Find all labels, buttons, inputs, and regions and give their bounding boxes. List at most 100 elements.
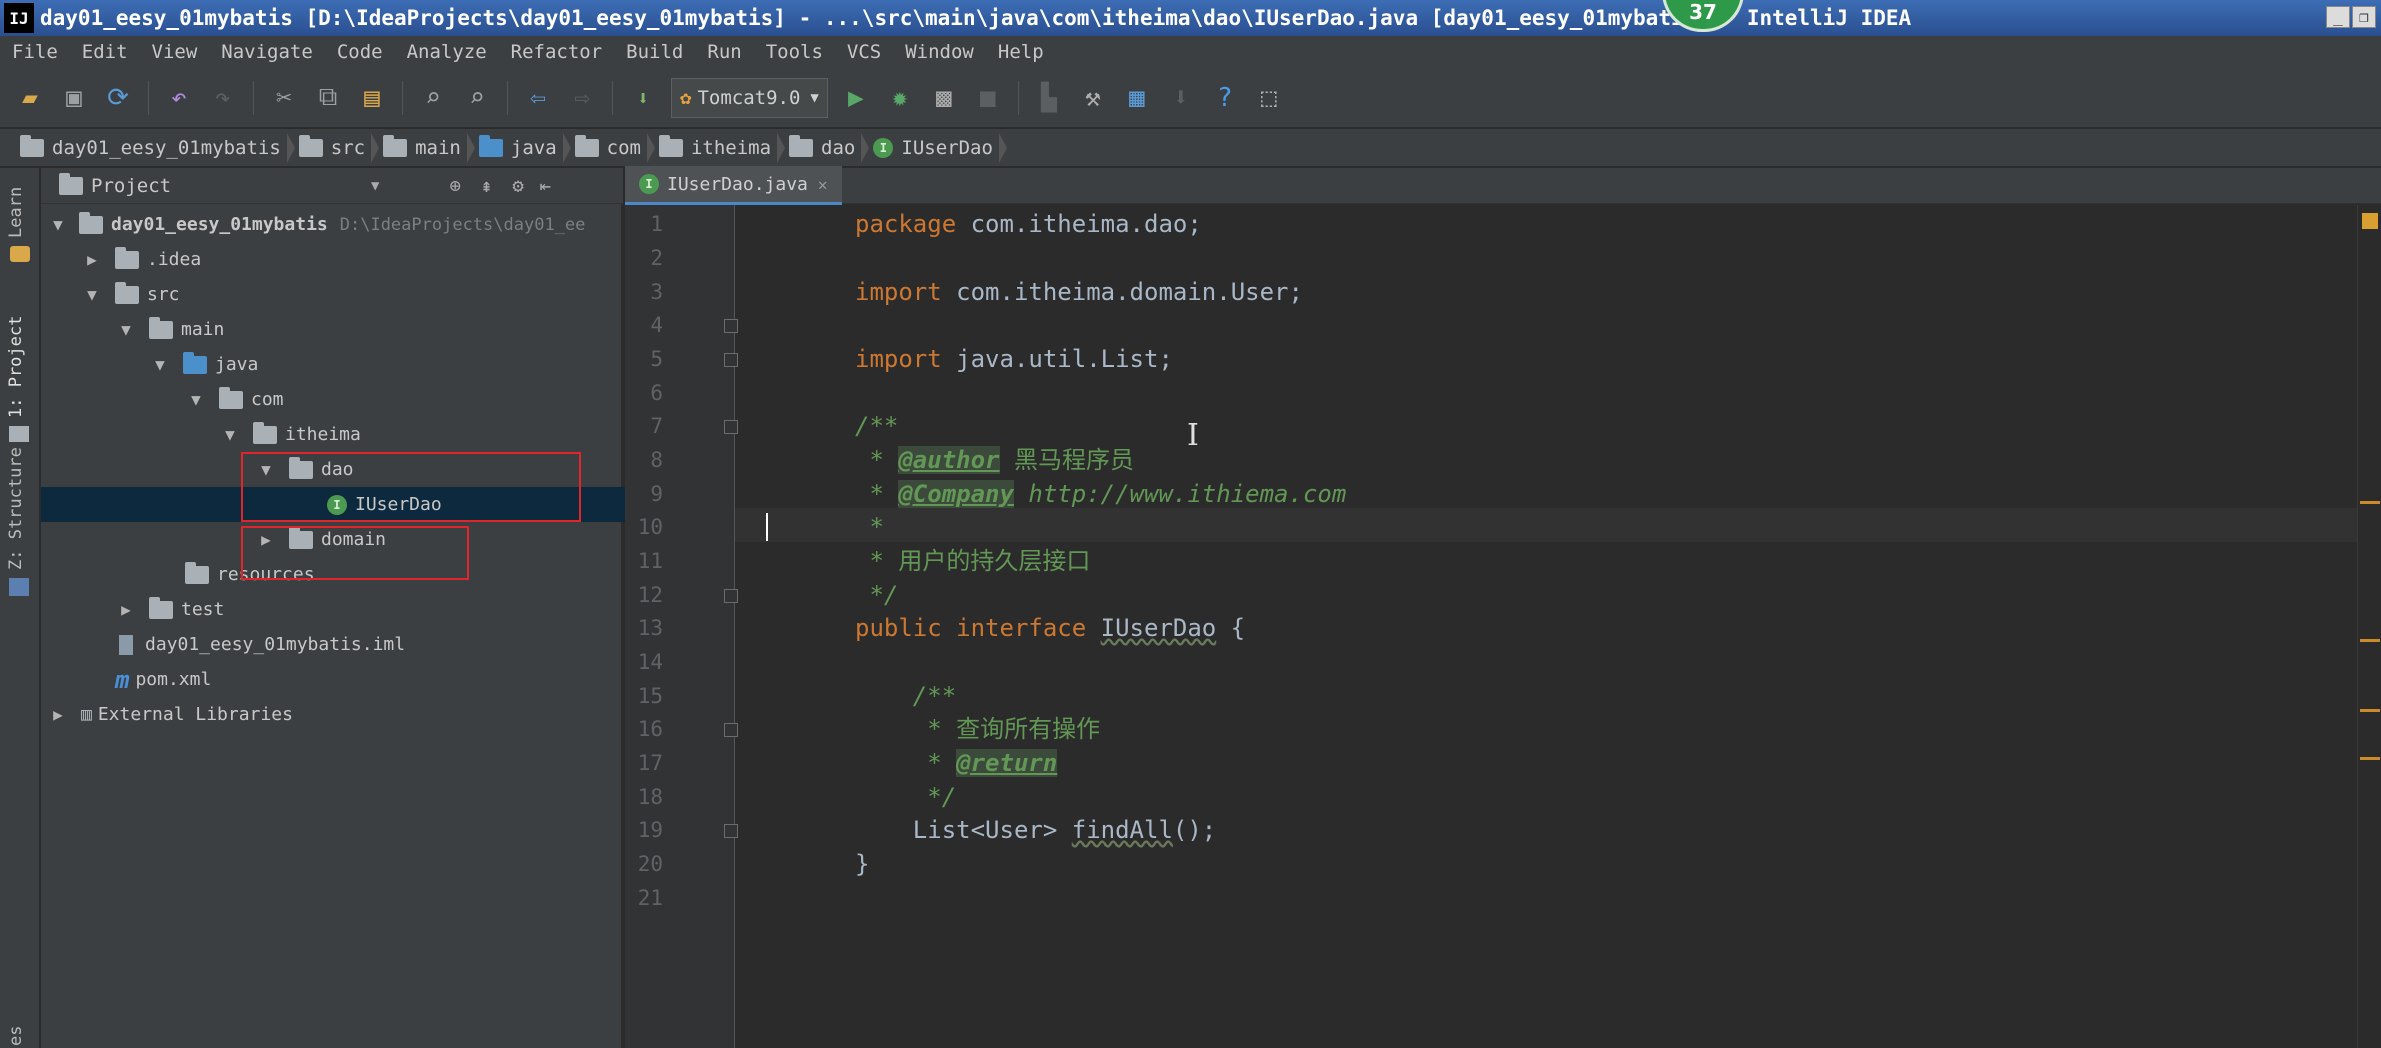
menu-build[interactable]: Build (626, 41, 683, 63)
breadcrumb-item-project[interactable]: day01_eesy_01mybatis (0, 129, 295, 167)
undo-icon[interactable]: ↶ (160, 79, 198, 117)
tree-item-main[interactable]: ▼ main (41, 312, 697, 347)
attach-debugger-icon[interactable]: ▙ (1030, 79, 1068, 117)
line-number: 13 (637, 616, 663, 640)
menu-edit[interactable]: Edit (82, 41, 128, 63)
task-icon[interactable]: ⬇ (1162, 79, 1200, 117)
breadcrumb-item-com[interactable]: com (569, 129, 656, 167)
breadcrumb-item-itheima[interactable]: itheima (653, 129, 786, 167)
save-all-icon[interactable]: ▣ (55, 79, 93, 117)
menu-run[interactable]: Run (707, 41, 741, 63)
stop-icon[interactable]: ■ (969, 79, 1007, 117)
synchronize-icon[interactable]: ⟳ (99, 79, 137, 117)
forward-icon[interactable]: ⇨ (563, 79, 601, 117)
menu-analyze[interactable]: Analyze (407, 41, 487, 63)
copy-icon[interactable]: ⧉ (309, 79, 347, 117)
tree-item-src[interactable]: ▼ src (41, 277, 663, 312)
warning-marker[interactable] (2360, 757, 2380, 760)
project-panel-header: Project ▼ ⊕ ⇞ ⚙ ⇤ (41, 168, 623, 204)
menu-help[interactable]: Help (998, 41, 1044, 63)
tree-item-iml[interactable]: day01_eesy_01mybatis.iml (41, 627, 701, 662)
menu-view[interactable]: View (152, 41, 198, 63)
menu-file[interactable]: File (12, 41, 58, 63)
help-icon[interactable]: ? (1206, 79, 1244, 117)
mouse-cursor-ibeam-icon: I (1187, 418, 1199, 453)
expand-arrow-icon[interactable]: ▼ (115, 320, 137, 339)
line-number: 7 (650, 414, 663, 438)
warning-marker[interactable] (2360, 709, 2380, 712)
line-number: 9 (650, 482, 663, 506)
expand-arrow-icon[interactable]: ▼ (185, 390, 207, 409)
locate-icon[interactable]: ⊕ (449, 175, 460, 197)
redo-icon[interactable]: ↷ (204, 79, 242, 117)
breadcrumb-item-iuserdao[interactable]: I IUserDao (867, 129, 1007, 167)
menu-code[interactable]: Code (337, 41, 383, 63)
restore-button[interactable]: ❐ (2352, 6, 2376, 28)
line-number: 12 (637, 583, 663, 607)
tree-item-test[interactable]: ▶ test (41, 592, 697, 627)
tree-item-label: day01_eesy_01mybatis (111, 214, 328, 235)
menu-vcs[interactable]: VCS (847, 41, 881, 63)
breadcrumb-item-main[interactable]: main (377, 129, 475, 167)
hide-panel-icon[interactable]: ⇤ (540, 175, 551, 197)
sdk-manager-icon[interactable]: ▦ (1118, 79, 1156, 117)
learn-tool-tab[interactable]: Learn (6, 187, 26, 238)
run-configuration-select[interactable]: ✿ Tomcat9.0 ▼ (671, 77, 828, 118)
breadcrumb-item-java[interactable]: java (473, 129, 571, 167)
menu-refactor[interactable]: Refactor (511, 41, 603, 63)
debug-icon[interactable]: ✹ (881, 79, 919, 117)
expand-arrow-icon[interactable]: ▶ (81, 250, 103, 269)
source-folder-icon (478, 134, 503, 157)
editor-tab-iuserdao[interactable]: I IUserDao.java ✕ (625, 166, 842, 205)
breadcrumb-item-dao[interactable]: dao (783, 129, 870, 167)
expand-arrow-icon[interactable]: ▶ (47, 705, 69, 724)
folder-icon (115, 246, 139, 269)
tree-item-external-libraries[interactable]: ▶ ▥ External Libraries (41, 697, 629, 732)
warning-marker[interactable] (2360, 501, 2380, 504)
warning-marker[interactable] (2360, 639, 2380, 642)
replace-icon[interactable]: ⌕ (458, 79, 496, 117)
structure-tool-tab[interactable]: Z: Structure (6, 447, 26, 570)
breadcrumb-item-src[interactable]: src (293, 129, 380, 167)
menu-tools[interactable]: Tools (766, 41, 823, 63)
settings-gear-icon[interactable]: ⚙ (512, 175, 523, 197)
expand-arrow-icon[interactable]: ▼ (47, 215, 69, 234)
error-stripe[interactable] (2357, 205, 2381, 1048)
package-icon (789, 134, 814, 157)
expand-arrow-icon[interactable]: ▼ (81, 285, 103, 304)
find-icon[interactable]: ⌕ (414, 79, 452, 117)
project-structure-icon[interactable]: ⚒ (1074, 79, 1112, 117)
close-tab-icon[interactable]: ✕ (818, 175, 828, 194)
expand-arrow-icon[interactable]: ▶ (115, 600, 137, 619)
expand-arrow-icon[interactable]: ▼ (149, 355, 171, 374)
folder-icon (115, 281, 139, 304)
tree-item-idea[interactable]: ▶ .idea (41, 242, 663, 277)
menu-navigate[interactable]: Navigate (221, 41, 313, 63)
code-comment: * (855, 480, 899, 508)
text-caret (766, 513, 768, 541)
run-icon[interactable]: ▶ (837, 79, 875, 117)
collapse-all-icon[interactable]: ⇞ (481, 175, 492, 197)
code-editor[interactable]: package com.itheima.dao; import com.ithe… (735, 205, 2357, 1048)
back-icon[interactable]: ⇦ (519, 79, 557, 117)
minimize-button[interactable]: _ (2326, 6, 2350, 28)
tree-item-label: src (147, 284, 180, 305)
project-view-select[interactable]: Project (91, 175, 371, 197)
paste-icon[interactable]: ▤ (353, 79, 391, 117)
menu-window[interactable]: Window (905, 41, 974, 63)
plugin-icon[interactable]: ⬚ (1250, 79, 1288, 117)
package-icon (658, 134, 683, 157)
line-number: 5 (650, 347, 663, 371)
tree-item-project-root[interactable]: ▼ day01_eesy_01mybatis D:\IdeaProjects\d… (41, 207, 629, 242)
tree-item-pom[interactable]: m pom.xml (41, 662, 697, 697)
coverage-icon[interactable]: ▩ (925, 79, 963, 117)
chevron-down-icon[interactable]: ▼ (371, 178, 379, 194)
tree-item-label: java (215, 354, 259, 375)
build-project-icon[interactable]: ⬇ (624, 79, 662, 117)
expand-arrow-icon[interactable]: ▼ (219, 425, 241, 444)
project-tool-tab[interactable]: 1: Project (6, 316, 26, 418)
cut-icon[interactable]: ✂ (265, 79, 303, 117)
analysis-status-icon[interactable] (2362, 213, 2378, 229)
favorites-tool-tab[interactable]: es (6, 1026, 26, 1046)
open-folder-icon[interactable]: ▰ (11, 79, 49, 117)
